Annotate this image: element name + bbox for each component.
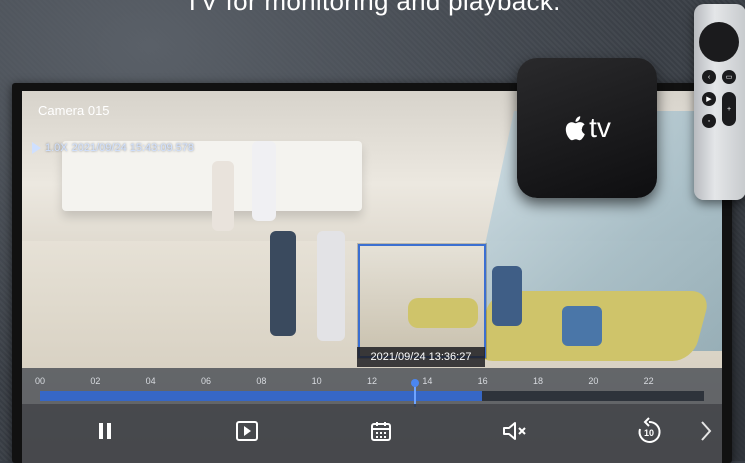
remote-play-pause-icon: ▶ (702, 92, 716, 106)
play-icon[interactable] (232, 416, 262, 446)
timeline-tick-label: 12 (366, 376, 378, 386)
siri-remote: ‹ ▭ ▶ + ◦ (694, 4, 745, 200)
apple-tv-logo: tv (563, 112, 611, 144)
timeline-tick-label: 16 (477, 376, 488, 386)
remote-clickpad (699, 22, 739, 62)
headline-text: TV for monitoring and playback. (184, 0, 561, 16)
remote-volume-icon: + (722, 92, 736, 126)
timeline[interactable]: 00 02 04 06 08 10 12 14 16 18 20 22 (22, 368, 722, 407)
timeline-ticks: 00 02 04 06 08 10 12 14 16 18 20 22 (35, 376, 704, 388)
replay-10-label: 10 (644, 428, 654, 438)
scene-person (562, 306, 602, 346)
timeline-tick-label: 04 (145, 376, 156, 386)
apple-tv-box: tv (517, 58, 657, 198)
timeline-track[interactable] (40, 379, 704, 407)
remote-tv-icon: ▭ (722, 70, 736, 84)
preview-time: 2021/09/24 13:36:27 (357, 347, 485, 367)
scene-person (252, 141, 276, 221)
playback-status: 1.0X 2021/09/24 15:43:09.578 (32, 142, 194, 154)
timeline-preview-thumbnail (358, 244, 486, 358)
remote-mute-icon: ◦ (702, 114, 716, 128)
pause-icon[interactable] (90, 416, 120, 446)
camera-title: Camera 015 (38, 103, 110, 118)
playback-speed: 1.0X (45, 142, 68, 154)
timeline-tick-label: 14 (422, 376, 433, 386)
apple-tv-label: tv (589, 112, 611, 143)
timeline-tick-label: 02 (90, 376, 101, 386)
scene-person (270, 231, 296, 336)
timeline-tick-label: 18 (532, 376, 544, 386)
mute-icon[interactable] (500, 416, 530, 446)
timeline-tick-label: 22 (643, 376, 654, 386)
timeline-tick-label: 06 (200, 376, 212, 386)
scene-person (212, 161, 234, 231)
timeline-tick-label: 08 (256, 376, 267, 386)
timeline-tick-label: 20 (588, 376, 599, 386)
replay-10-icon[interactable]: 10 (634, 416, 664, 446)
remote-back-icon: ‹ (702, 70, 716, 84)
calendar-icon[interactable] (366, 416, 396, 446)
play-indicator-icon (32, 142, 41, 154)
timeline-tick-label: 10 (311, 376, 322, 386)
timeline-tick-label: 00 (34, 376, 46, 386)
playback-timestamp: 2021/09/24 15:43:09.578 (71, 142, 194, 154)
control-bar: 10 (22, 404, 722, 463)
preview-sofa (408, 298, 478, 328)
scene-person (492, 266, 522, 326)
chevron-right-icon[interactable] (691, 416, 721, 446)
scene-person (317, 231, 345, 341)
apple-logo-icon (565, 116, 585, 141)
